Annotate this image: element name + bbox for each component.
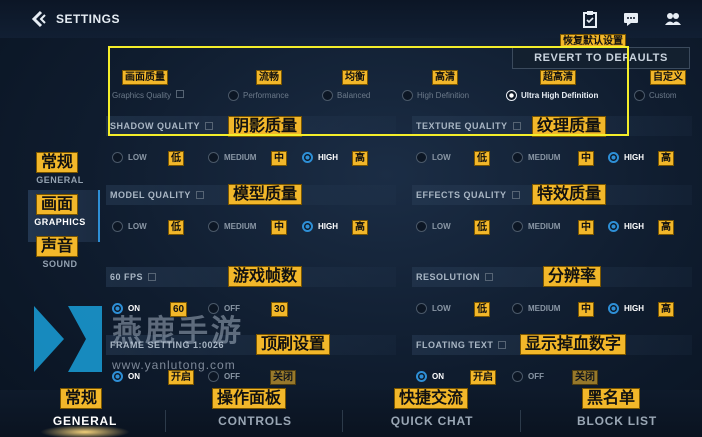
high-tag: 高 bbox=[658, 220, 674, 235]
medium-tag: 中 bbox=[578, 220, 594, 235]
clipboard-icon[interactable] bbox=[581, 10, 599, 28]
sidebar-general-tag: 常规 bbox=[36, 152, 79, 173]
bottom-controls-tag: 操作面板 bbox=[212, 388, 287, 409]
sidebar-graphics-tag: 画面 bbox=[36, 194, 79, 215]
radio-icon bbox=[634, 90, 645, 101]
medium-tag: 中 bbox=[578, 302, 594, 317]
bottom-quick-chat-tag: 快捷交流 bbox=[394, 388, 469, 409]
fps-30-tag: 30 bbox=[271, 302, 289, 317]
model-low-option[interactable]: LOW bbox=[112, 221, 147, 232]
bottom-block-list-tag: 黑名单 bbox=[582, 388, 641, 409]
floating-on-option[interactable]: ON bbox=[416, 371, 444, 382]
medium-tag: 中 bbox=[271, 151, 287, 166]
sidebar-item-general[interactable]: GENERAL bbox=[30, 175, 90, 185]
effects-low-option[interactable]: LOW bbox=[416, 221, 451, 232]
low-tag: 低 bbox=[168, 220, 184, 235]
off-tag: 关闭 bbox=[572, 370, 598, 385]
frame-on-option[interactable]: ON bbox=[112, 371, 140, 382]
texture-low-option[interactable]: LOW bbox=[416, 152, 451, 163]
bottom-general-tag: 常规 bbox=[60, 388, 103, 409]
resolution-high-option[interactable]: HIGH bbox=[608, 303, 644, 314]
frame-off-option[interactable]: OFF bbox=[208, 371, 240, 382]
texture-medium-option[interactable]: MEDIUM bbox=[512, 152, 560, 163]
tab-controls[interactable]: CONTROLS bbox=[200, 414, 310, 428]
tab-general[interactable]: GENERAL bbox=[40, 414, 130, 428]
resolution-medium-option[interactable]: MEDIUM bbox=[512, 303, 560, 314]
option-custom[interactable]: Custom bbox=[634, 90, 677, 101]
sidebar-sound-tag: 声音 bbox=[36, 236, 79, 257]
off-tag: 关闭 bbox=[270, 370, 296, 385]
low-tag: 低 bbox=[474, 220, 490, 235]
model-quality-tag: 模型质量 bbox=[228, 184, 303, 205]
low-tag: 低 bbox=[474, 302, 490, 317]
tab-divider bbox=[165, 410, 166, 432]
resolution-tag: 分辨率 bbox=[543, 266, 602, 287]
medium-tag: 中 bbox=[271, 220, 287, 235]
watermark-url: www.yanlutong.com bbox=[112, 358, 236, 372]
floating-text-tag: 显示掉血数字 bbox=[520, 334, 627, 355]
shadow-high-option[interactable]: HIGH bbox=[302, 152, 338, 163]
high-tag: 高 bbox=[352, 220, 368, 235]
watermark-text: 燕鹿手游 bbox=[112, 315, 244, 348]
low-tag: 低 bbox=[168, 151, 184, 166]
shadow-medium-option[interactable]: MEDIUM bbox=[208, 152, 256, 163]
floating-off-option[interactable]: OFF bbox=[512, 371, 544, 382]
chat-icon[interactable] bbox=[622, 10, 640, 28]
high-tag: 高 bbox=[352, 151, 368, 166]
highlight-box bbox=[108, 46, 629, 136]
sidebar-item-graphics[interactable]: GRAPHICS bbox=[30, 217, 90, 227]
tab-divider bbox=[342, 410, 343, 432]
medium-tag: 中 bbox=[578, 151, 594, 166]
info-icon[interactable] bbox=[485, 273, 494, 281]
info-icon[interactable] bbox=[511, 191, 520, 199]
shadow-low-option[interactable]: LOW bbox=[112, 152, 147, 163]
effects-high-option[interactable]: HIGH bbox=[608, 221, 644, 232]
info-icon[interactable] bbox=[148, 273, 157, 281]
tab-divider bbox=[520, 410, 521, 432]
high-tag: 高 bbox=[658, 302, 674, 317]
tab-quick-chat[interactable]: QUICK CHAT bbox=[380, 414, 484, 428]
model-medium-option[interactable]: MEDIUM bbox=[208, 221, 256, 232]
on-tag: 开启 bbox=[470, 370, 496, 385]
fps-tag: 游戏帧数 bbox=[228, 266, 303, 287]
high-tag: 高 bbox=[658, 151, 674, 166]
friends-icon[interactable] bbox=[664, 10, 682, 28]
texture-high-option[interactable]: HIGH bbox=[608, 152, 644, 163]
info-icon[interactable] bbox=[498, 341, 507, 349]
tab-block-list[interactable]: BLOCK LIST bbox=[568, 414, 666, 428]
watermark-logo-icon bbox=[34, 306, 102, 372]
on-tag: 开启 bbox=[168, 370, 194, 385]
page-title: SETTINGS bbox=[56, 12, 121, 26]
effects-quality-tag: 特效质量 bbox=[532, 184, 607, 205]
custom-tag: 自定义 bbox=[650, 70, 686, 85]
sidebar-item-sound[interactable]: SOUND bbox=[30, 259, 90, 269]
low-tag: 低 bbox=[474, 151, 490, 166]
frame-setting-tag: 顶刷设置 bbox=[256, 334, 331, 355]
info-icon[interactable] bbox=[195, 191, 204, 199]
back-chevron-icon[interactable] bbox=[30, 10, 48, 28]
effects-medium-option[interactable]: MEDIUM bbox=[512, 221, 560, 232]
model-high-option[interactable]: HIGH bbox=[302, 221, 338, 232]
resolution-low-option[interactable]: LOW bbox=[416, 303, 451, 314]
